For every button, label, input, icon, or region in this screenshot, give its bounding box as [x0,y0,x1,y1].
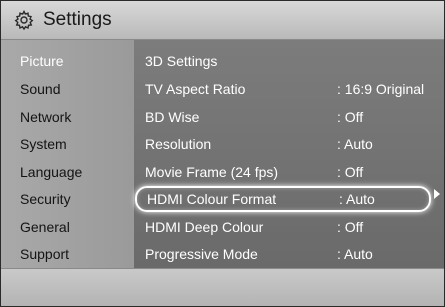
setting-label: 3D Settings [145,53,218,69]
sidebar-item-security[interactable]: Security [20,186,71,212]
setting-label: Resolution [145,136,212,152]
setting-value: : Off [337,109,364,125]
chevron-right-icon[interactable] [434,189,440,199]
sidebar-item-system[interactable]: System [20,131,67,157]
setting-label: HDMI Colour Format [147,191,277,207]
sidebar-item-network[interactable]: Network [20,104,71,130]
setting-value: : Auto [339,191,375,207]
setting-row-movie-frame[interactable]: Movie Frame (24 fps) : Off [134,159,444,185]
setting-row-hdmi-deep-colour[interactable]: HDMI Deep Colour : Off [134,214,444,240]
setting-row-bd-wise[interactable]: BD Wise : Off [134,104,444,130]
gear-icon [14,9,34,31]
setting-row-3d-settings[interactable]: 3D Settings [134,48,444,74]
setting-label: HDMI Deep Colour [145,219,264,235]
setting-label: Progressive Mode [145,246,258,262]
setting-value: : 16:9 Original [337,81,425,97]
sidebar: Picture Sound Network System Language Se… [1,40,134,268]
settings-window: Settings Picture Sound Network System La… [0,0,445,307]
setting-value: : Off [337,219,364,235]
settings-list: 3D Settings TV Aspect Ratio : 16:9 Origi… [134,40,444,268]
title-bar: Settings [1,1,444,40]
bottom-bar [1,268,444,306]
sidebar-item-language[interactable]: Language [20,159,82,185]
setting-value: : Off [337,164,364,180]
setting-value: : Auto [337,136,373,152]
sidebar-item-picture[interactable]: Picture [20,48,64,74]
setting-label: TV Aspect Ratio [145,81,246,97]
setting-row-tv-aspect-ratio[interactable]: TV Aspect Ratio : 16:9 Original [134,76,444,102]
setting-row-hdmi-colour-format[interactable]: HDMI Colour Format : Auto [135,186,431,212]
sidebar-item-sound[interactable]: Sound [20,76,60,102]
sidebar-item-general[interactable]: General [20,214,70,240]
sidebar-item-support[interactable]: Support [20,241,69,267]
setting-row-progressive-mode[interactable]: Progressive Mode : Auto [134,241,444,267]
setting-row-resolution[interactable]: Resolution : Auto [134,131,444,157]
page-title: Settings [43,9,112,30]
setting-value: : Auto [337,246,373,262]
setting-label: Movie Frame (24 fps) [145,164,279,180]
setting-label: BD Wise [145,109,200,125]
